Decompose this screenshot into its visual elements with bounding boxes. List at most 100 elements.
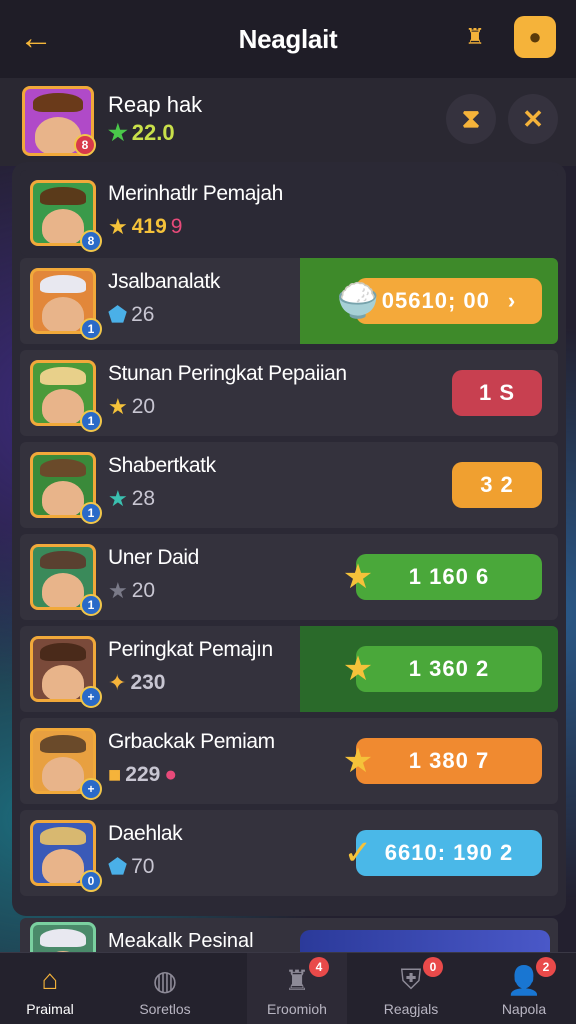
top-bar: ← Neaglait ♜ ●: [0, 0, 576, 78]
back-arrow-icon[interactable]: ←: [16, 18, 56, 58]
star-icon: ★: [108, 486, 128, 511]
player-score-value: 22.0: [131, 120, 175, 145]
notification-badge: 2: [536, 957, 556, 977]
star-icon: ■: [108, 762, 122, 787]
reward-pill[interactable]: 1 160 6: [356, 554, 542, 600]
player-name: Jsalbanalatk: [108, 270, 220, 293]
score-value: 26: [131, 303, 155, 326]
tab-label: Eroomioh: [267, 1001, 327, 1017]
player-name: Uner Daid: [108, 546, 199, 569]
score-value: 229: [125, 763, 161, 786]
score-value: 20: [131, 395, 156, 418]
tab-napola[interactable]: 👤 Napola 2: [474, 953, 574, 1024]
score-value: 70: [131, 855, 155, 878]
reward-pill[interactable]: 05610; 00 ›: [356, 278, 542, 324]
reward-value: 05610; 00: [381, 288, 490, 313]
reward-icon: 🍚: [336, 282, 380, 320]
rank-badge: 0: [80, 870, 102, 892]
compass-icon: ◍: [152, 964, 178, 996]
bottom-tab-bar: ⌂ Praimal ◍ Soretlos ♜ Eroomioh 4 ⛨ Reagjals 0 👤 Na…: [0, 952, 576, 1024]
rank-badge: +: [80, 778, 102, 800]
bonus-icon: 9: [170, 215, 183, 238]
leaderboard-row[interactable]: 1 Jsalbanalatk ⬟ 26 05610; 00 › 🍚: [20, 258, 558, 344]
reward-pill[interactable]: 3 2: [452, 462, 542, 508]
player-name: Reap hak: [108, 92, 203, 117]
rank-badge: 1: [80, 594, 102, 616]
reward-value: 6610: 190 2: [384, 840, 514, 865]
star-icon: ⬟: [108, 854, 128, 879]
tab-label: Napola: [501, 1001, 547, 1017]
star-icon: ★: [108, 394, 128, 419]
tab-label: Soretlos: [139, 1001, 191, 1017]
player-score: ■ 229 ●: [108, 762, 177, 788]
tab-praimal[interactable]: ⌂ Praimal: [0, 953, 100, 1024]
player-name: Meakalk Pesinal: [108, 930, 254, 952]
player-score: ★ 22.0: [108, 120, 175, 146]
leaderboard-row[interactable]: 8 Merinhatlr Pemajah ★ 419 9: [20, 170, 558, 256]
hourglass-icon[interactable]: ⧗: [446, 94, 496, 144]
player-badge: 8: [74, 134, 96, 156]
player-name: Daehlak: [108, 822, 183, 845]
reward-value: 1 360 2: [408, 656, 490, 681]
house-icon: ⌂: [41, 964, 59, 995]
reward-pill[interactable]: 1 360 2: [356, 646, 542, 692]
player-name: Merinhatlr Pemajah: [108, 182, 283, 205]
leaderboard-panel: 8 Merinhatlr Pemajah ★ 419 9 1 Jsalbanalatk ⬟ 26…: [12, 162, 566, 916]
tab-label: Reagjals: [383, 1001, 439, 1017]
leaderboard-row[interactable]: 0 Daehlak ⬟ 70 6610: 190 2 ✓: [20, 810, 558, 896]
reward-icon: ✓: [343, 834, 373, 872]
tab-label: Praimal: [26, 1001, 74, 1017]
rank-badge: +: [80, 686, 102, 708]
score-value: 28: [131, 487, 156, 510]
reward-icon: ★: [342, 650, 374, 688]
player-score: ⬟ 26: [108, 302, 154, 328]
tab-soretlos[interactable]: ◍ Soretlos: [115, 953, 215, 1024]
page-title: Neaglait: [238, 23, 338, 54]
player-score: ⬟ 70: [108, 854, 154, 880]
bonus-icon: ●: [164, 763, 178, 786]
leaderboard-row[interactable]: + Peringkat Pemajın ✦ 230 1 360 2 ★: [20, 626, 558, 712]
reward-value: 3 2: [480, 472, 514, 497]
leaderboard-row[interactable]: 1 Shabertkatk ★ 28 3 2: [20, 442, 558, 528]
leaderboard-row[interactable]: 1 Uner Daid ★ 20 1 160 6 ★: [20, 534, 558, 620]
star-icon: ★: [108, 578, 128, 603]
star-icon: ⬟: [108, 302, 128, 327]
rank-badge: 8: [80, 230, 102, 252]
leaderboard-row[interactable]: 1 Stunan Peringkat Pepaiian ★ 20 1 S: [20, 350, 558, 436]
house-icon[interactable]: ♜: [454, 16, 496, 58]
player-name: Stunan Peringkat Pepaiian: [108, 362, 347, 385]
tab-reagjals[interactable]: ⛨ Reagjals 0: [361, 953, 461, 1024]
star-icon: ✦: [108, 670, 127, 695]
reward-pill[interactable]: 1 S: [452, 370, 542, 416]
leaderboard-row[interactable]: + Grbackak Pemiam ■ 229 ● 1 380 7 ★: [20, 718, 558, 804]
star-icon: ★: [108, 120, 128, 145]
reward-icon: ★: [342, 742, 374, 780]
star-icon: ★: [108, 214, 128, 239]
player-name: Shabertkatk: [108, 454, 216, 477]
notification-badge: 0: [423, 957, 443, 977]
score-value: 230: [130, 671, 166, 694]
chevron-right-icon: ›: [507, 288, 517, 313]
reward-icon: ★: [342, 558, 374, 596]
reward-value: 1 160 6: [408, 564, 490, 589]
player-score: ★ 28: [108, 486, 155, 512]
rank-badge: 1: [80, 410, 102, 432]
coin-icon[interactable]: ●: [514, 16, 556, 58]
close-icon[interactable]: ✕: [508, 94, 558, 144]
player-score: ★ 20: [108, 394, 155, 420]
rank-badge: 1: [80, 502, 102, 524]
rank-badge: 1: [80, 318, 102, 340]
player-score: ★ 419 9: [108, 214, 182, 240]
player-score: ★ 20: [108, 578, 155, 604]
score-value: 20: [131, 579, 156, 602]
player-name: Peringkat Pemajın: [108, 638, 273, 661]
reward-pill[interactable]: 6610: 190 2: [356, 830, 542, 876]
reward-value: 1 380 7: [408, 748, 490, 773]
player-score: ✦ 230: [108, 670, 165, 696]
reward-pill[interactable]: 1 380 7: [356, 738, 542, 784]
player-name: Grbackak Pemiam: [108, 730, 275, 753]
reward-value: 1 S: [478, 380, 516, 405]
notification-badge: 4: [309, 957, 329, 977]
score-value: 419: [131, 215, 167, 238]
tab-eroomioh[interactable]: ♜ Eroomioh 4: [247, 953, 347, 1024]
